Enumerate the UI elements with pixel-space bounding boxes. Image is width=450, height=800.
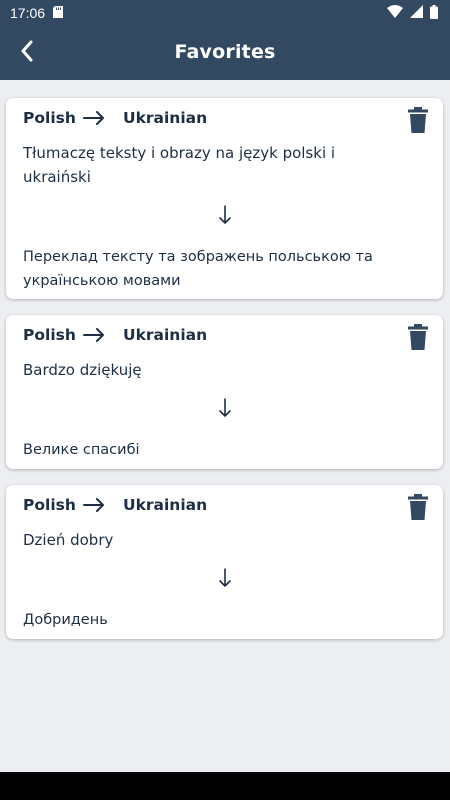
source-language: Polish	[23, 326, 76, 344]
source-text: Tłumaczę teksty i obrazy na język polski…	[23, 144, 336, 186]
delete-button[interactable]	[405, 324, 431, 354]
source-language: Polish	[23, 496, 76, 514]
trash-icon	[408, 494, 428, 524]
status-left: 17:06	[10, 5, 64, 21]
target-text: Велике спасибі	[23, 442, 140, 458]
app-bar: Favorites	[0, 26, 450, 80]
status-time: 17:06	[10, 5, 46, 21]
delete-button[interactable]	[405, 107, 431, 137]
favorite-card[interactable]: Polish Ukrainian Dzień dobry Добридень	[6, 485, 443, 639]
down-arrow-icon	[23, 568, 426, 596]
sd-card-icon	[53, 5, 64, 21]
language-pair: Polish Ukrainian	[23, 495, 426, 515]
source-text: Dzień dobry	[23, 531, 114, 549]
right-arrow-icon	[83, 328, 123, 342]
signal-icon	[410, 5, 423, 21]
status-right	[387, 4, 438, 22]
source-text: Bardzo dziękuję	[23, 361, 142, 379]
target-text: Переклад тексту та зображень польською т…	[23, 249, 373, 289]
system-navigation-bar	[0, 772, 450, 800]
status-bar: 17:06	[0, 0, 450, 26]
trash-icon	[408, 324, 428, 354]
battery-icon	[430, 4, 438, 22]
target-language: Ukrainian	[123, 496, 208, 514]
delete-button[interactable]	[405, 494, 431, 524]
target-language: Ukrainian	[123, 109, 208, 127]
language-pair: Polish Ukrainian	[23, 325, 426, 345]
favorite-card[interactable]: Polish Ukrainian Tłumaczę teksty i obraz…	[6, 98, 443, 299]
target-language: Ukrainian	[123, 326, 208, 344]
down-arrow-icon	[23, 398, 426, 426]
wifi-icon	[387, 5, 403, 21]
back-arrow-icon	[20, 40, 34, 66]
page-title: Favorites	[174, 41, 276, 63]
language-pair: Polish Ukrainian	[23, 108, 426, 128]
back-button[interactable]	[12, 38, 42, 68]
trash-icon	[408, 107, 428, 137]
down-arrow-icon	[23, 205, 426, 233]
target-text: Добридень	[23, 612, 108, 628]
right-arrow-icon	[83, 111, 123, 125]
right-arrow-icon	[83, 498, 123, 512]
favorite-card[interactable]: Polish Ukrainian Bardzo dziękuję Велике …	[6, 315, 443, 469]
favorites-list: Polish Ukrainian Tłumaczę teksty i obraz…	[6, 98, 443, 655]
source-language: Polish	[23, 109, 76, 127]
